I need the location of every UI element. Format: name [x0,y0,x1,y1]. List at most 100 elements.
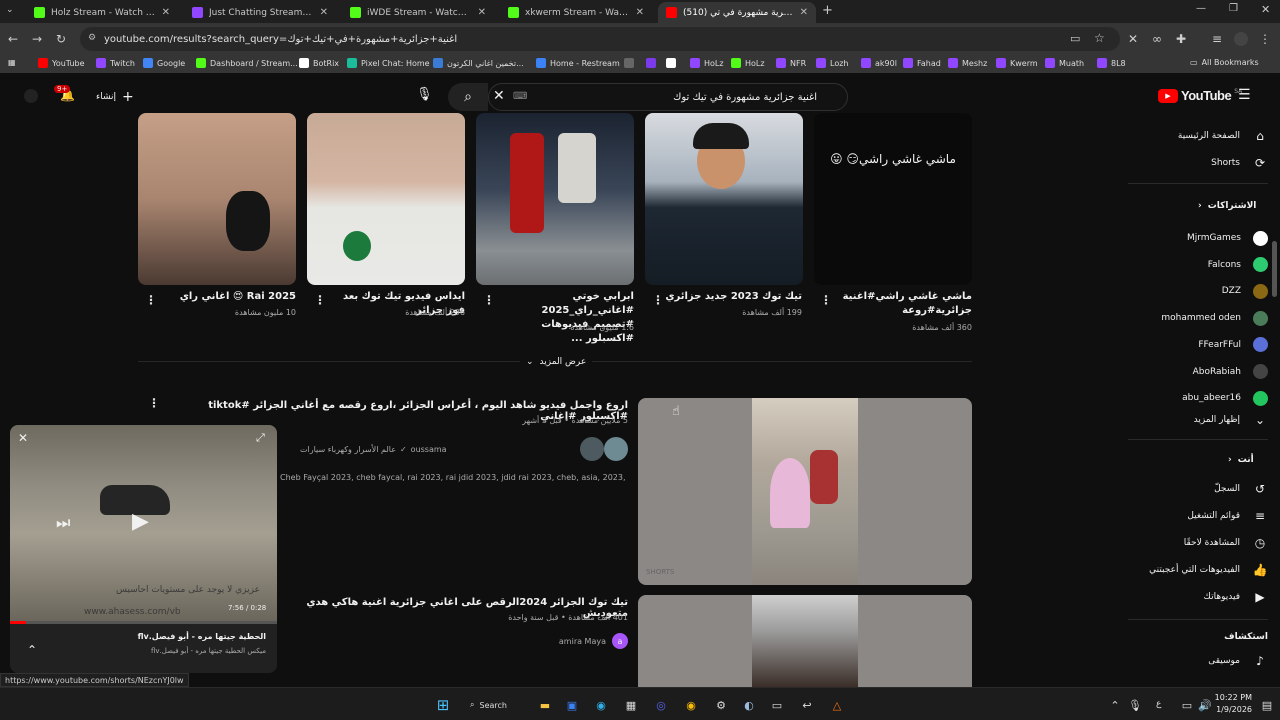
hamburger-menu-icon[interactable]: ☰ [1238,87,1251,103]
chrome-menu-icon[interactable]: ⋮ [1256,30,1274,48]
mini-progress-track[interactable] [10,621,277,624]
bookmark-item[interactable]: 8L8 [1097,58,1126,68]
input-language[interactable]: ع [1156,699,1161,709]
sidebar-item-home[interactable]: الصفحة الرئيسية ⌂ [1118,123,1268,149]
bookmark-item[interactable]: BotRix [299,58,339,68]
channel-row-1[interactable]: عالم الأسرار وكهرباء سيارات ✓ oussama [300,445,576,454]
short-menu-3-icon[interactable]: ⋮ [483,293,495,307]
short-thumbnail-1[interactable]: ماشي غاشي راشي😏 😛 [814,113,972,285]
all-bookmarks[interactable]: ▭ All Bookmarks [1190,58,1259,67]
sidebar-show-more[interactable]: إظهار المزيد ⌄ [1118,407,1268,433]
bookmark-item[interactable]: Muath [1045,58,1084,68]
short-menu-1-icon[interactable]: ⋮ [820,293,832,307]
notification-center-icon[interactable]: ▤ [1256,694,1278,716]
browser-tab-3[interactable]: iWDE Stream - Watch Live on Ki ✕ [342,2,494,23]
bookmark-item[interactable]: Fahad [903,58,941,68]
bookmark-item[interactable]: HoLz [731,58,765,68]
video-thumbnail-1[interactable]: SHORTS [638,398,972,585]
browser-tab-4[interactable]: xkwerm Stream - Watch Live on ✕ [500,2,652,23]
voice-search-icon[interactable]: 🎙 [416,87,433,102]
bookmark-item[interactable]: ak90l [861,58,897,68]
sidebar-subscription[interactable]: DZZ [1118,278,1268,304]
search-input[interactable]: اغنية جزائرية مشهورة في تيك توك ⌨ ✕ [488,83,848,111]
reload-icon[interactable]: ↻ [52,30,70,48]
sidebar-subscription[interactable]: FFearFFul [1118,332,1268,358]
sidebar-subscription[interactable]: AboRabiah [1118,359,1268,385]
bookmark-item[interactable]: Home - Restream [536,58,620,68]
bookmark-item[interactable]: Twitch [96,58,135,68]
bookmark-item[interactable] [624,58,638,68]
bookmark-item[interactable]: YouTube [38,58,85,68]
maximize-icon[interactable]: ❐ [1229,3,1238,14]
taskbar-search[interactable]: ⌕ Search [470,696,522,714]
bookmark-item[interactable]: Kwerm [996,58,1038,68]
bookmark-item[interactable] [646,58,660,68]
edge-icon[interactable]: ◉ [590,694,612,716]
account-avatar[interactable] [24,89,38,103]
browser-tab-1[interactable]: Holz Stream - Watch Live on Ki ✕ [26,2,178,23]
mute-icon[interactable]: ✕ [1124,30,1142,48]
clock[interactable]: 10:22 PM 1/9/2026 [1212,692,1252,716]
sidebar-item-music[interactable]: موسيقى ♪ [1118,648,1268,674]
bookmark-item[interactable] [666,58,680,68]
channel-avatar-1b[interactable] [580,437,604,461]
close-window-icon[interactable]: ✕ [1261,3,1270,16]
short-menu-4-icon[interactable]: ⋮ [314,293,326,307]
windows-start-icon[interactable]: ⊞ [432,694,454,716]
close-tab-icon[interactable]: ✕ [636,7,644,18]
sidebar-item-playlists[interactable]: قوائم التشغيل ≡ [1118,503,1268,529]
youtube-logo[interactable]: ▶ YouTube SA [1158,88,1242,103]
sidebar-item-your-videos[interactable]: فيديوهاتك ▶ [1118,584,1268,610]
you-header[interactable]: › أنت [1228,455,1254,465]
app2-icon[interactable]: ▭ [766,694,788,716]
chrome-icon[interactable]: ◉ [680,694,702,716]
app3-icon[interactable]: ↩ [796,694,818,716]
browser-tab-2[interactable]: Just Chatting Streaming - Live S ✕ [184,2,336,23]
sidebar-item-shorts[interactable]: Shorts ⟳ [1118,150,1268,176]
keyboard-icon[interactable]: ⌨ [513,91,527,102]
bookmark-item[interactable]: NFR [776,58,806,68]
video-thumbnail-2[interactable] [638,595,972,687]
bookmark-star-icon[interactable]: ☆ [1094,31,1105,45]
short-title-3[interactable]: ابرابي خوتي #اغاني_راي_2025 #تصميم_فيديو… [493,290,634,346]
search-button[interactable]: ⌕ [448,83,488,111]
create-button[interactable]: إنشاء + [96,89,134,105]
short-thumbnail-4[interactable] [307,113,465,285]
close-tab-icon[interactable]: ✕ [320,7,328,18]
store-icon[interactable]: ▣ [561,694,583,716]
close-tab-icon[interactable]: ✕ [800,7,808,18]
tray-chevron-icon[interactable]: ⌃ [1104,694,1126,716]
tab-search-button[interactable]: ⌄ [6,5,20,19]
channel-avatar-2[interactable]: a [612,633,628,649]
site-info-icon[interactable]: ⚙ [88,33,96,43]
extensions-icon[interactable]: ✚ [1172,30,1190,48]
apps-grid-icon[interactable]: ▦ [8,58,16,67]
show-more-shorts-button[interactable]: ⌄ عرض المزيد [520,357,593,367]
browser-tab-5[interactable]: (510) اغنية جزائرية مشهورة في تي ✕ [658,2,816,23]
address-bar[interactable]: ⚙ youtube.com/results?search_query=اغنية… [80,27,1120,51]
short-menu-5-icon[interactable]: ⋮ [145,293,157,307]
sidebar-subscription[interactable]: Falcons [1118,252,1268,278]
steam-icon[interactable]: ◐ [738,694,760,716]
sidebar-subscription[interactable]: MjrmGames [1118,225,1268,251]
bookmark-item[interactable]: HoLz [690,58,724,68]
sidebar-subscription[interactable]: mohammed oden [1118,305,1268,331]
profile-avatar[interactable] [1232,30,1250,48]
play-icon[interactable]: ▶ [132,509,149,534]
sidebar-scrollbar[interactable] [1272,241,1277,297]
forward-icon[interactable]: → [28,30,46,48]
close-tab-icon[interactable]: ✕ [478,7,486,18]
sidebar-item-liked[interactable]: الفيديوهات التي أعجبتني 👍 [1118,557,1268,583]
short-title-2[interactable]: تيك توك 2023 جديد جزائري [662,290,802,304]
app-icon[interactable]: ▦ [620,694,642,716]
discord-icon[interactable]: ◎ [650,694,672,716]
sidebar-item-history[interactable]: السجلّ ↺ [1118,476,1268,502]
short-thumbnail-2[interactable] [645,113,803,285]
back-icon[interactable]: ← [4,30,22,48]
minimize-icon[interactable]: — [1196,3,1206,14]
short-menu-2-icon[interactable]: ⋮ [652,293,664,307]
expand-mini-player-icon[interactable]: ⤢ [256,431,265,445]
file-explorer-icon[interactable]: ▬ [534,694,556,716]
channel-avatar-1[interactable] [604,437,628,461]
bookmark-item[interactable]: Meshz [948,58,987,68]
